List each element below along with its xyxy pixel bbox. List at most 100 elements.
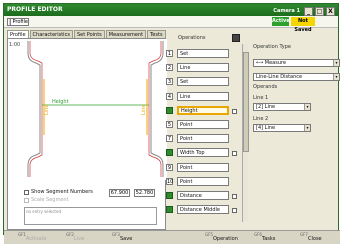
function-key-code: GF1 <box>18 232 26 237</box>
function-key-live[interactable]: GF2 Live <box>66 232 106 244</box>
maximize-button[interactable]: □ <box>315 6 324 16</box>
title-bar: PROFILE EDITOR Camera 1 _ □ X <box>4 4 338 16</box>
operation-row[interactable]: 7 Point <box>166 133 240 144</box>
coordinate-y-field[interactable]: 52.780 <box>134 189 155 197</box>
height-label: Height <box>52 99 69 105</box>
function-key-activate[interactable]: GF1 Activate <box>18 232 58 244</box>
operation-number <box>166 106 173 114</box>
line1-value: [2] Line <box>256 104 276 110</box>
operation-number: 3 <box>166 78 173 86</box>
not-saved-badge: Not Saved <box>291 17 315 33</box>
operation-row[interactable]: 4 Line <box>166 91 240 102</box>
operations-title: Operations <box>178 35 206 41</box>
tab-characteristics[interactable]: Characteristics <box>29 30 73 38</box>
operation-enable-checkbox[interactable] <box>232 194 237 199</box>
profile-selector[interactable]: Profile <box>7 18 29 26</box>
vertical-scale-label: 1:00 <box>9 42 21 48</box>
function-key-label: Tasks <box>262 236 276 242</box>
operation-row[interactable]: 3 Set <box>166 76 240 87</box>
message-box: no entry selected <box>24 207 157 225</box>
operation-number: 1 <box>166 50 173 57</box>
operation-name-field[interactable]: Point <box>177 162 229 172</box>
profile-drawing: Height Line Line <box>27 41 164 177</box>
operation-enable-checkbox[interactable] <box>232 151 237 157</box>
operands-label: Operands <box>253 84 278 90</box>
operation-name-field[interactable]: Point <box>177 120 229 129</box>
profile-selector-label: Profile <box>12 19 28 25</box>
operation-number <box>166 206 173 214</box>
operation-number: 9 <box>166 163 173 171</box>
show-segment-numbers-row[interactable]: Show Segment Numbers <box>24 189 93 195</box>
chevron-down-icon: ▾ <box>333 74 339 80</box>
tab-set-points[interactable]: Set Points <box>73 30 105 38</box>
operation-row[interactable]: 9 Point <box>166 162 240 173</box>
operation-row[interactable]: Distance <box>166 190 240 201</box>
operation-name-field[interactable]: Point <box>177 176 229 186</box>
operation-number <box>166 149 173 157</box>
operation-enable-checkbox[interactable] <box>232 208 237 214</box>
operation-row[interactable]: 1 Set <box>166 48 240 59</box>
close-window-button[interactable]: X <box>326 6 335 16</box>
function-key-save[interactable]: GF3 Save <box>112 232 152 244</box>
chevron-down-icon: ▾ <box>333 60 339 66</box>
toolbar: Profile Active Not Saved <box>4 16 338 33</box>
operation-name-field[interactable]: Height <box>177 105 229 115</box>
operation-name-field[interactable]: Distance Middle <box>177 205 229 215</box>
operation-type-select[interactable]: ⟷ Measure ▾ <box>253 59 340 67</box>
function-key-tasks[interactable]: GF6 Tasks <box>254 232 294 244</box>
operation-row[interactable]: Height <box>166 105 240 116</box>
operation-number: 7 <box>166 135 173 143</box>
measure-icon: ⟷ <box>256 60 265 66</box>
tab-profile[interactable]: Profile <box>7 30 29 38</box>
function-key-code: GF5 <box>205 232 213 237</box>
window-title: PROFILE EDITOR <box>7 6 63 13</box>
profile-panel: 1:00 Height Line Line Show Segment Numbe… <box>7 38 167 230</box>
tab-measurement[interactable]: Measurement <box>105 30 147 38</box>
operation-name-field[interactable]: Distance <box>177 191 229 200</box>
function-key-operation[interactable]: GF5 Operation <box>205 232 245 244</box>
operation-name-field[interactable]: Set <box>177 77 229 87</box>
operation-name-field[interactable]: Width Top <box>177 148 229 158</box>
chevron-down-icon: ▾ <box>304 104 310 110</box>
line-left-label: Line <box>44 105 50 115</box>
chevron-down-icon: ▾ <box>304 125 310 131</box>
line-right-label: Line <box>141 105 147 115</box>
show-segment-numbers-label: Show Segment Numbers <box>31 189 93 195</box>
operation-subtype-select[interactable]: Line-Line Distance ▾ <box>253 73 340 81</box>
operation-number: 4 <box>166 92 173 100</box>
tab-bar: Profile Characteristics Set Points Measu… <box>7 30 166 38</box>
operation-row[interactable]: 10 Point <box>166 176 240 187</box>
operation-name-field[interactable]: Line <box>177 63 229 73</box>
active-badge: Active <box>272 17 290 26</box>
operation-name-field[interactable]: Set <box>177 49 229 58</box>
scale-segment-row[interactable]: Scale Segment <box>24 197 69 203</box>
profile-dropdown-icon <box>9 19 12 25</box>
profile-graph[interactable]: Height Line Line <box>24 39 167 180</box>
function-key-close[interactable]: GF7 Close <box>300 232 340 244</box>
operation-number <box>166 192 173 199</box>
operation-row[interactable]: Distance Middle <box>166 204 240 215</box>
coordinate-x-field[interactable]: 67.900 <box>109 189 130 197</box>
scrollbar-thumb[interactable] <box>243 52 249 152</box>
operation-row[interactable]: Width Top <box>166 147 240 158</box>
operation-enable-checkbox[interactable] <box>232 108 237 114</box>
operation-name-field[interactable]: Point <box>177 134 229 144</box>
operation-number: 2 <box>166 64 173 72</box>
function-key-label: Operation <box>213 236 238 242</box>
line1-select[interactable]: [2] Line ▾ <box>253 103 311 111</box>
tab-tests[interactable]: Tests <box>147 30 166 38</box>
operations-list: 1 Set 2 Line 3 Set 4 Line Height 5 Point 7 Point Widt… <box>166 48 238 220</box>
show-segment-numbers-checkbox[interactable] <box>24 189 29 195</box>
operations-menu-icon[interactable] <box>232 34 240 42</box>
function-key-label: Live <box>74 236 85 242</box>
line2-select[interactable]: [4] Line ▾ <box>253 124 311 132</box>
operation-row[interactable]: 2 Line <box>166 62 240 73</box>
line2-value: [4] Line <box>256 125 276 131</box>
operation-row[interactable]: 5 Point <box>166 119 240 130</box>
function-key-bar: GF1 Activate GF2 Live GF3 Save GF5 Operation GF6… <box>4 230 340 244</box>
scale-segment-checkbox[interactable] <box>24 197 29 203</box>
operation-type-value: Measure <box>264 60 287 66</box>
operations-scrollbar[interactable] <box>242 44 249 222</box>
operation-name-field[interactable]: Line <box>177 91 229 101</box>
minimize-button[interactable]: _ <box>304 6 313 16</box>
